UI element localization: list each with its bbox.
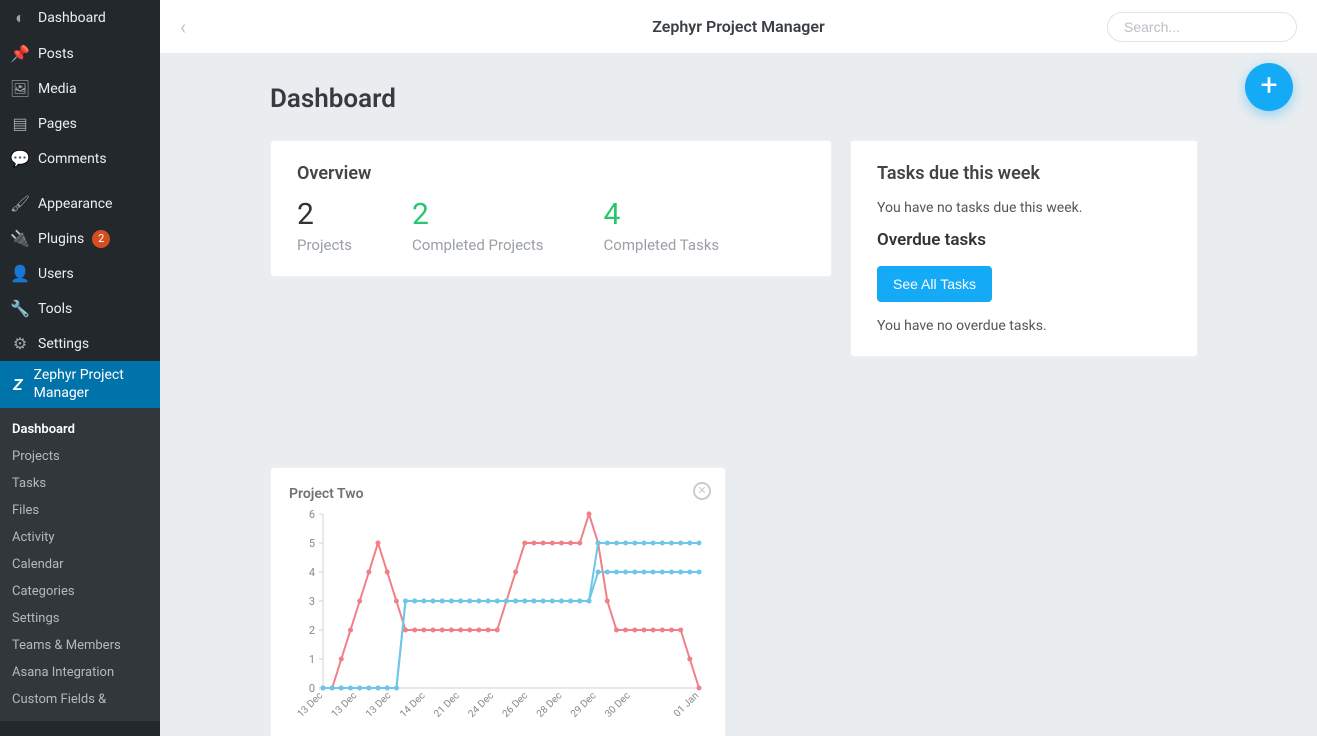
submenu-item[interactable]: Categories [0,578,160,605]
sidebar-item-label: Pages [38,116,77,132]
submenu-item[interactable]: Projects [0,443,160,470]
svg-text:24 Dec: 24 Dec [466,690,496,720]
sidebar-item-zephyr[interactable]: Z Zephyr Project Manager [0,361,160,408]
overview-title: Overview [297,163,805,184]
sidebar-item-label: Posts [38,46,74,62]
sidebar-item-dashboard[interactable]: ◐ Dashboard [0,0,160,36]
submenu-item[interactable]: Dashboard [0,416,160,443]
metric-label: Completed Tasks [604,236,720,254]
svg-text:13 Dec: 13 Dec [364,690,394,720]
svg-text:14 Dec: 14 Dec [398,690,428,720]
sidebar-item-label: Appearance [38,196,112,212]
chart-card: Project Two ✕ 012345613 Dec13 Dec13 Dec1… [270,467,726,736]
no-due-text: You have no tasks due this week. [877,200,1171,216]
submenu-item[interactable]: Tasks [0,470,160,497]
svg-text:6: 6 [309,508,315,521]
svg-text:26 Dec: 26 Dec [501,690,531,720]
sidebar-item-posts[interactable]: 📌 Posts [0,36,160,71]
sidebar-item-tools[interactable]: 🔧 Tools [0,291,160,326]
submenu-item[interactable]: Calendar [0,551,160,578]
metric-label: Projects [297,236,352,254]
submenu-item[interactable]: Activity [0,524,160,551]
back-chevron-icon[interactable]: ‹ [180,15,186,39]
sidebar-item-label: Comments [38,151,107,167]
update-badge: 2 [92,230,110,248]
metric-value: 2 [412,200,544,230]
overdue-title: Overdue tasks [877,230,1171,250]
sidebar-item-users-icon: 👤 [10,264,30,283]
svg-text:01 Jan: 01 Jan [672,690,701,719]
svg-text:28 Dec: 28 Dec [535,690,565,720]
sidebar-item-label: Zephyr Project Manager [34,367,150,402]
metric-value: 2 [297,200,352,230]
sidebar-item-label: Dashboard [38,10,106,26]
see-all-tasks-button[interactable]: See All Tasks [877,266,992,302]
sidebar-item-comments[interactable]: 💬 Comments [0,141,160,176]
topbar: ‹ Zephyr Project Manager [160,0,1317,54]
sidebar-item-pages-icon: ▤ [10,114,30,133]
metric: 4 Completed Tasks [604,200,720,254]
sidebar-item-plugins[interactable]: 🔌 Plugins 2 [0,221,160,256]
svg-text:30 Dec: 30 Dec [603,690,633,720]
metric-label: Completed Projects [412,236,544,254]
svg-text:4: 4 [309,566,315,579]
sidebar-item-label: Settings [38,336,89,352]
sidebar-item-media-icon: 🖼 [10,79,30,98]
close-icon[interactable]: ✕ [693,482,711,500]
svg-text:21 Dec: 21 Dec [432,690,462,720]
sidebar-item-posts-icon: 📌 [10,44,30,63]
sidebar-item-users[interactable]: 👤 Users [0,256,160,291]
tasks-due-title: Tasks due this week [877,163,1171,184]
sidebar-item-comments-icon: 💬 [10,149,30,168]
svg-text:2: 2 [309,624,315,637]
submenu-item[interactable]: Teams & Members [0,632,160,659]
project-chart: 012345613 Dec13 Dec13 Dec14 Dec21 Dec24 … [289,508,709,728]
zephyr-icon: Z [10,375,26,395]
submenu-item[interactable]: Settings [0,605,160,632]
svg-text:3: 3 [309,595,315,608]
tasks-card: Tasks due this week You have no tasks du… [850,140,1198,357]
search-input[interactable] [1107,12,1297,42]
metric: 2 Projects [297,200,352,254]
svg-text:29 Dec: 29 Dec [569,690,599,720]
sidebar-item-pages[interactable]: ▤ Pages [0,106,160,141]
no-overdue-text: You have no overdue tasks. [877,318,1171,334]
sidebar-item-label: Users [38,266,74,282]
submenu-item[interactable]: Files [0,497,160,524]
sidebar-item-label: Media [38,81,77,97]
submenu-item[interactable]: Asana Integration [0,659,160,686]
submenu-item[interactable]: Custom Fields & [0,686,160,713]
sidebar-item-media[interactable]: 🖼 Media [0,71,160,106]
chart-title: Project Two [289,486,707,502]
sidebar-item-appearance[interactable]: 🖌 Appearance [0,186,160,221]
sidebar-item-label: Plugins [38,231,84,247]
sidebar-item-plugins-icon: 🔌 [10,229,30,248]
metric-value: 4 [604,200,720,230]
sidebar-item-settings[interactable]: ⚙ Settings [0,326,160,361]
wp-admin-sidebar: ◐ Dashboard📌 Posts🖼 Media▤ Pages💬 Commen… [0,0,160,736]
overview-card: Overview 2 Projects2 Completed Projects4… [270,140,832,277]
zephyr-submenu: DashboardProjectsTasksFilesActivityCalen… [0,408,160,721]
metric: 2 Completed Projects [412,200,544,254]
fab-add-button[interactable]: + [1245,63,1293,111]
sidebar-item-dashboard-icon: ◐ [10,8,30,28]
svg-text:5: 5 [309,537,315,550]
sidebar-item-settings-icon: ⚙ [10,334,30,353]
svg-text:13 Dec: 13 Dec [330,690,360,720]
svg-text:1: 1 [309,653,315,666]
sidebar-item-appearance-icon: 🖌 [10,194,30,213]
page-title: Dashboard [270,84,1277,114]
sidebar-item-tools-icon: 🔧 [10,299,30,318]
sidebar-item-label: Tools [38,301,72,317]
